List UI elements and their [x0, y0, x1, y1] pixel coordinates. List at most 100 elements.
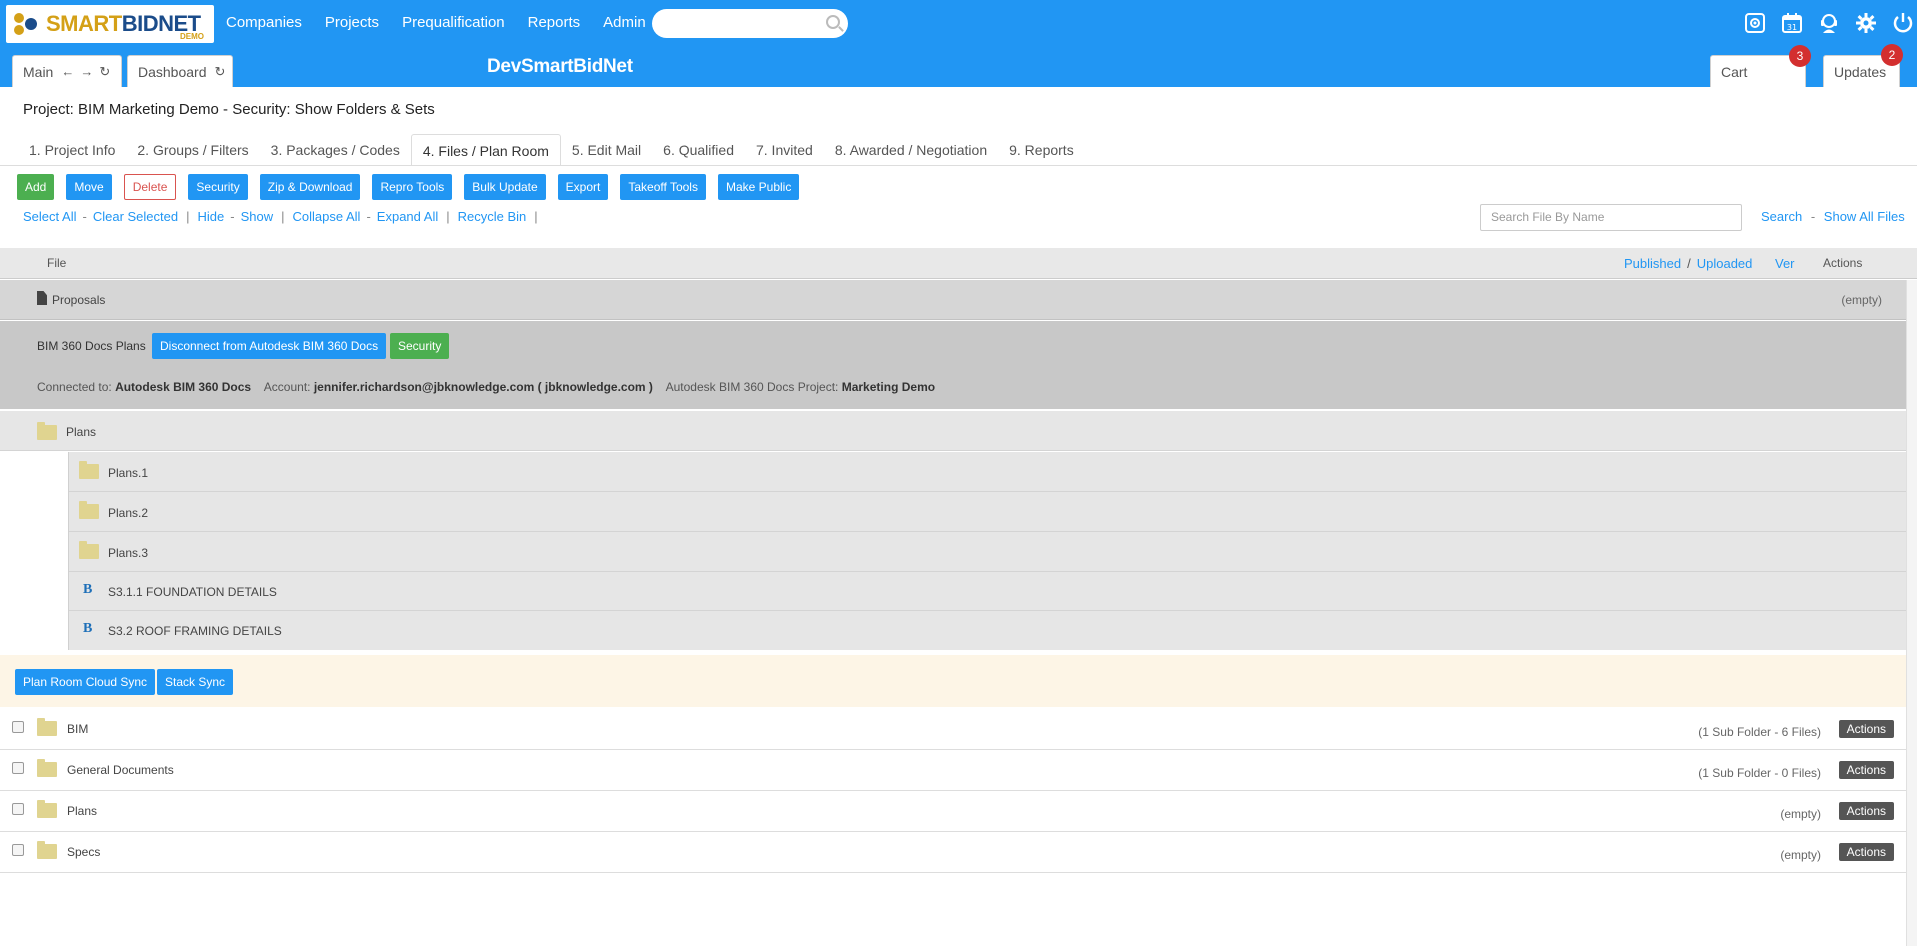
folder-name: Plans — [67, 804, 98, 818]
selection-links: Select All - Clear Selected | Hide - Sho… — [23, 209, 546, 224]
export-button[interactable]: Export — [557, 174, 609, 200]
show-all-files-link[interactable]: Show All Files — [1824, 209, 1905, 224]
tab-awarded-negotiation[interactable]: 8. Awarded / Negotiation — [824, 134, 998, 166]
file-table-header: File Published / Uploaded Ver Actions — [0, 248, 1917, 279]
power-icon[interactable] — [1891, 12, 1915, 36]
refresh-icon[interactable]: ↻ — [215, 64, 226, 80]
vertical-scrollbar[interactable] — [1906, 280, 1917, 946]
stack-sync-button[interactable]: Stack Sync — [157, 669, 234, 695]
search-icon[interactable] — [826, 15, 840, 29]
nav-projects[interactable]: Projects — [325, 14, 379, 31]
list-item[interactable]: Plans.2 — [69, 492, 1907, 532]
add-button[interactable]: Add — [17, 174, 55, 200]
row-checkbox[interactable] — [12, 844, 24, 856]
proposals-row[interactable]: Proposals (empty) — [0, 280, 1906, 320]
smartbidnet-logo[interactable]: SMARTBIDNET DEMO — [6, 5, 214, 43]
list-item[interactable]: B S3.1.1 FOUNDATION DETAILS — [69, 571, 1907, 611]
tab-files-plan-room[interactable]: 4. Files / Plan Room — [410, 134, 561, 166]
table-row[interactable]: General Documents (1 Sub Folder - 0 File… — [0, 750, 1906, 791]
make-public-button[interactable]: Make Public — [717, 174, 800, 200]
tab-packages-codes[interactable]: 3. Packages / Codes — [260, 134, 411, 166]
folder-icon — [37, 422, 57, 440]
bim360-file-icon: B — [83, 582, 93, 597]
expand-all-link[interactable]: Expand All — [377, 209, 438, 224]
main-nav: Companies Projects Prequalification Repo… — [226, 14, 669, 31]
show-link[interactable]: Show — [241, 209, 274, 224]
refresh-icon[interactable]: ↻ — [99, 64, 110, 80]
delete-button[interactable]: Delete — [123, 174, 177, 200]
separator: | — [534, 209, 538, 224]
sub-item-label: Plans.3 — [108, 546, 149, 560]
list-item[interactable]: Plans.1 — [69, 452, 1907, 492]
logo-text: SMARTBIDNET — [46, 11, 201, 36]
file-search-input[interactable]: Search File By Name — [1480, 204, 1742, 231]
repro-tools-button[interactable]: Repro Tools — [372, 174, 453, 200]
search-link[interactable]: Search — [1761, 209, 1802, 224]
column-ver[interactable]: Ver — [1775, 256, 1795, 271]
separator: | — [446, 209, 450, 224]
tab-reports[interactable]: 9. Reports — [998, 134, 1085, 166]
actions-button[interactable]: Actions — [1838, 802, 1894, 820]
file-toolbar: Add Move Delete Security Zip & Download … — [17, 174, 811, 200]
actions-button[interactable]: Actions — [1838, 843, 1894, 861]
row-checkbox[interactable] — [12, 762, 24, 774]
folder-meta: (empty) — [1780, 807, 1821, 821]
move-button[interactable]: Move — [66, 174, 112, 200]
list-item[interactable]: B S3.2 ROOF FRAMING DETAILS — [69, 610, 1907, 650]
global-search-input[interactable] — [652, 9, 848, 38]
tab-dashboard[interactable]: Dashboard ↻ — [127, 55, 233, 87]
tab-edit-mail[interactable]: 5. Edit Mail — [561, 134, 652, 166]
column-published-uploaded[interactable]: Published / Uploaded — [1624, 256, 1752, 271]
tab-invited[interactable]: 7. Invited — [745, 134, 824, 166]
security-button[interactable]: Security — [188, 174, 248, 200]
tab-main-label: Main — [23, 63, 54, 80]
bulk-update-button[interactable]: Bulk Update — [464, 174, 546, 200]
bim360-security-button[interactable]: Security — [390, 333, 450, 359]
clear-selected-link[interactable]: Clear Selected — [93, 209, 178, 224]
tab-dashboard-label: Dashboard — [138, 63, 207, 80]
top-icon-group: 31 — [1743, 12, 1917, 36]
forward-arrow-icon[interactable]: → — [80, 64, 93, 79]
list-item[interactable]: Plans.3 — [69, 532, 1907, 572]
select-all-link[interactable]: Select All — [23, 209, 76, 224]
proposals-status: (empty) — [1841, 293, 1882, 307]
updates-count-badge: 2 — [1881, 44, 1903, 66]
calendar-icon[interactable]: 31 — [1780, 12, 1804, 36]
table-row[interactable]: Specs (empty) Actions — [0, 832, 1906, 873]
target-icon[interactable] — [1743, 12, 1767, 36]
takeoff-tools-button[interactable]: Takeoff Tools — [620, 174, 706, 200]
tab-main[interactable]: Main ← → ↻ — [12, 55, 122, 87]
tab-project-info[interactable]: 1. Project Info — [18, 134, 126, 166]
gear-icon[interactable] — [1854, 12, 1878, 36]
row-checkbox[interactable] — [12, 721, 24, 733]
actions-button[interactable]: Actions — [1838, 720, 1894, 738]
nav-reports[interactable]: Reports — [528, 14, 581, 31]
tab-qualified[interactable]: 6. Qualified — [652, 134, 745, 166]
plans-folder-row[interactable]: Plans — [0, 411, 1906, 451]
folder-name: General Documents — [67, 763, 174, 777]
actions-button[interactable]: Actions — [1838, 761, 1894, 779]
cart-count-badge: 3 — [1789, 45, 1811, 67]
disconnect-bim360-button[interactable]: Disconnect from Autodesk BIM 360 Docs — [152, 333, 387, 359]
back-arrow-icon[interactable]: ← — [61, 64, 74, 79]
recycle-bin-link[interactable]: Recycle Bin — [458, 209, 527, 224]
support-icon[interactable] — [1817, 12, 1841, 36]
separator: - — [366, 209, 371, 224]
table-row[interactable]: BIM (1 Sub Folder - 6 Files) Actions — [0, 709, 1906, 750]
logo-mark-icon — [12, 9, 42, 39]
row-checkbox[interactable] — [12, 803, 24, 815]
nav-companies[interactable]: Companies — [226, 14, 302, 31]
hide-link[interactable]: Hide — [198, 209, 225, 224]
nav-admin[interactable]: Admin — [603, 14, 646, 31]
logo-demo-label: DEMO — [180, 32, 204, 41]
nav-prequalification[interactable]: Prequalification — [402, 14, 505, 31]
collapse-all-link[interactable]: Collapse All — [293, 209, 361, 224]
bim360-file-icon: B — [83, 621, 93, 636]
plan-room-cloud-sync-button[interactable]: Plan Room Cloud Sync — [15, 669, 156, 695]
zip-download-button[interactable]: Zip & Download — [259, 174, 361, 200]
table-row[interactable]: Plans (empty) Actions — [0, 791, 1906, 832]
column-file: File — [47, 256, 67, 270]
folder-icon — [37, 800, 57, 818]
sub-item-label: S3.1.1 FOUNDATION DETAILS — [108, 585, 277, 599]
tab-groups-filters[interactable]: 2. Groups / Filters — [126, 134, 259, 166]
